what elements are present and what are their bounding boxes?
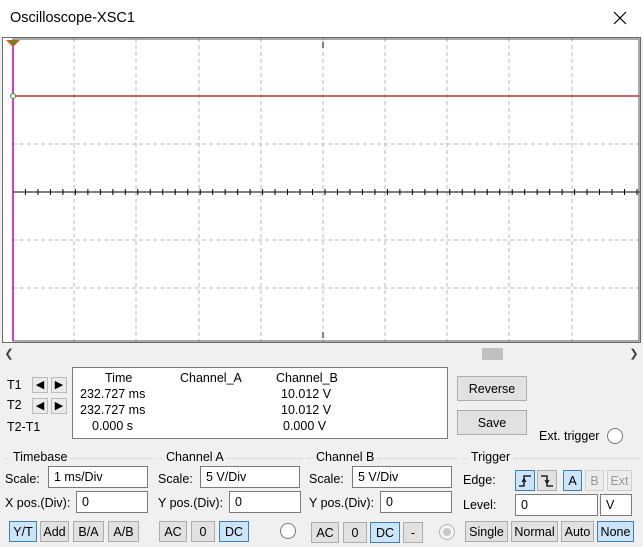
cursor-controls: T1 ◀ ▶ T2 ◀ ▶ T2-T1 [4, 368, 70, 438]
channel-b-ypos-label: Y pos.(Div): [309, 496, 375, 510]
header-channel-b: Channel_B [276, 371, 338, 385]
t2-channel-b: 10.012 V [281, 403, 332, 417]
window-title: Oscilloscope-XSC1 [10, 10, 135, 26]
trigger-source-ext-button[interactable]: Ext [607, 470, 632, 491]
t2-left-arrow-icon[interactable]: ◀ [32, 398, 48, 414]
mode-yt-button[interactable]: Y/T [9, 521, 37, 542]
scroll-thumb[interactable] [482, 348, 503, 360]
trigger-level-unit[interactable]: V [600, 494, 632, 516]
channel-a-title: Channel A [163, 450, 227, 464]
t1-right-arrow-icon[interactable]: ▶ [51, 377, 67, 393]
oscilloscope-display[interactable] [2, 37, 641, 343]
close-button[interactable] [605, 4, 635, 32]
falling-edge-icon [541, 474, 553, 487]
channel-b-dc-button[interactable]: DC [370, 522, 400, 543]
channel-b-minus-button[interactable]: - [403, 522, 423, 543]
trigger-level-field[interactable]: 0 [515, 494, 598, 516]
title-bar: Oscilloscope-XSC1 [0, 0, 643, 37]
channel-a-ac-button[interactable]: AC [159, 521, 187, 542]
ext-trigger-terminal[interactable] [607, 428, 623, 444]
scroll-right-icon[interactable]: ❯ [627, 347, 641, 361]
rising-edge-button[interactable] [515, 470, 535, 491]
channel-a-scale-label: Scale: [158, 472, 193, 486]
t1-channel-b: 10.012 V [281, 387, 332, 401]
channel-b-zero-button[interactable]: 0 [343, 522, 367, 543]
timebase-scale-label: Scale: [5, 472, 40, 486]
close-icon [613, 11, 627, 25]
rising-edge-icon [519, 474, 531, 487]
channel-b-ac-button[interactable]: AC [311, 522, 339, 543]
mode-add-button[interactable]: Add [40, 521, 69, 542]
ext-trigger-label: Ext. trigger [539, 429, 600, 443]
cursor-t2-label: T2 [7, 398, 22, 412]
delta-time: 0.000 s [92, 419, 134, 433]
channel-a-ypos-field[interactable]: 0 [229, 491, 301, 513]
t1-left-arrow-icon[interactable]: ◀ [32, 377, 48, 393]
horizontal-scrollbar[interactable]: ❮ ❯ [0, 346, 643, 362]
channel-a-ypos-label: Y pos.(Div): [158, 496, 224, 510]
scroll-left-icon[interactable]: ❮ [2, 347, 16, 361]
channel-b-ypos-field[interactable]: 0 [380, 491, 452, 513]
timebase-title: Timebase [10, 450, 71, 464]
trace-marker [10, 93, 16, 99]
channel-a-terminal[interactable] [280, 523, 296, 539]
save-button[interactable]: Save [457, 410, 527, 435]
delta-channel-b: 0.000 V [283, 419, 327, 433]
x-pos-field[interactable]: 0 [76, 491, 148, 513]
trigger-source-a-button[interactable]: A [563, 470, 582, 491]
header-channel-a: Channel_A [180, 371, 242, 385]
t2-right-arrow-icon[interactable]: ▶ [51, 398, 67, 414]
trigger-level-label: Level: [463, 498, 497, 512]
scope-grid [6, 38, 640, 342]
channel-b-scale-field[interactable]: 5 V/Div [352, 466, 452, 488]
trigger-normal-button[interactable]: Normal [511, 521, 558, 542]
timebase-scale-field[interactable]: 1 ms/Div [48, 466, 148, 488]
trigger-edge-label: Edge: [463, 473, 496, 487]
trigger-none-button[interactable]: None [597, 521, 634, 542]
mode-ba-button[interactable]: B/A [73, 521, 104, 542]
falling-edge-button[interactable] [537, 470, 557, 491]
reverse-button[interactable]: Reverse [457, 376, 527, 401]
channel-b-terminal[interactable] [439, 524, 455, 540]
trigger-single-button[interactable]: Single [465, 521, 508, 542]
channel-a-zero-button[interactable]: 0 [191, 521, 215, 542]
measurement-readout: Time Channel_A Channel_B 232.727 ms 10.0… [72, 367, 448, 439]
cursor-t2-t1-label: T2-T1 [7, 420, 41, 434]
t1-time: 232.727 ms [80, 387, 146, 401]
channel-a-dc-button[interactable]: DC [219, 521, 249, 542]
cursor-t1-label: T1 [7, 378, 22, 392]
trigger-title: Trigger [468, 450, 514, 464]
channel-b-title: Channel B [313, 450, 378, 464]
trigger-auto-button[interactable]: Auto [561, 521, 594, 542]
header-time: Time [105, 371, 133, 385]
channel-a-scale-field[interactable]: 5 V/Div [200, 466, 300, 488]
mode-ab-button[interactable]: A/B [108, 521, 139, 542]
trigger-source-b-button[interactable]: B [585, 470, 604, 491]
t2-time: 232.727 ms [80, 403, 146, 417]
x-pos-label: X pos.(Div): [5, 496, 71, 510]
channel-b-scale-label: Scale: [309, 472, 344, 486]
